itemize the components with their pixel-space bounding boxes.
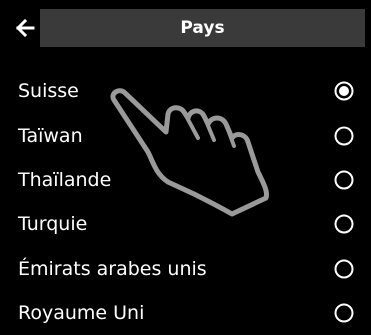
country-row-turquie[interactable]: Turquie <box>6 202 369 246</box>
country-label: Thaïlande <box>18 168 112 191</box>
country-list: Suisse Taïwan Thaïlande Turquie Émirats … <box>6 69 369 335</box>
phone-screen: Pays Suisse Taïwan Thaïlande Turquie Émi… <box>6 4 369 326</box>
country-label: Taïwan <box>18 124 83 147</box>
radio-selected-icon[interactable] <box>334 81 354 101</box>
radio-unselected-icon[interactable] <box>334 259 354 279</box>
country-label: Émirats arabes unis <box>18 257 207 280</box>
back-arrow-icon <box>15 19 35 37</box>
country-row-thailande[interactable]: Thaïlande <box>6 158 369 202</box>
country-row-emirats[interactable]: Émirats arabes unis <box>6 247 369 291</box>
radio-unselected-icon[interactable] <box>334 126 354 146</box>
page-title: Pays <box>180 18 225 38</box>
radio-unselected-icon[interactable] <box>334 170 354 190</box>
radio-unselected-icon[interactable] <box>334 214 354 234</box>
page-title-box: Pays <box>40 9 365 47</box>
back-button[interactable] <box>10 9 40 47</box>
country-label: Royaume Uni <box>18 302 145 325</box>
country-row-taiwan[interactable]: Taïwan <box>6 113 369 157</box>
radio-unselected-icon[interactable] <box>334 303 354 323</box>
country-row-royaume-uni[interactable]: Royaume Uni <box>6 291 369 335</box>
country-label: Turquie <box>18 213 88 236</box>
country-row-suisse[interactable]: Suisse <box>6 69 369 113</box>
title-bar: Pays <box>10 9 365 47</box>
country-label: Suisse <box>18 80 79 103</box>
